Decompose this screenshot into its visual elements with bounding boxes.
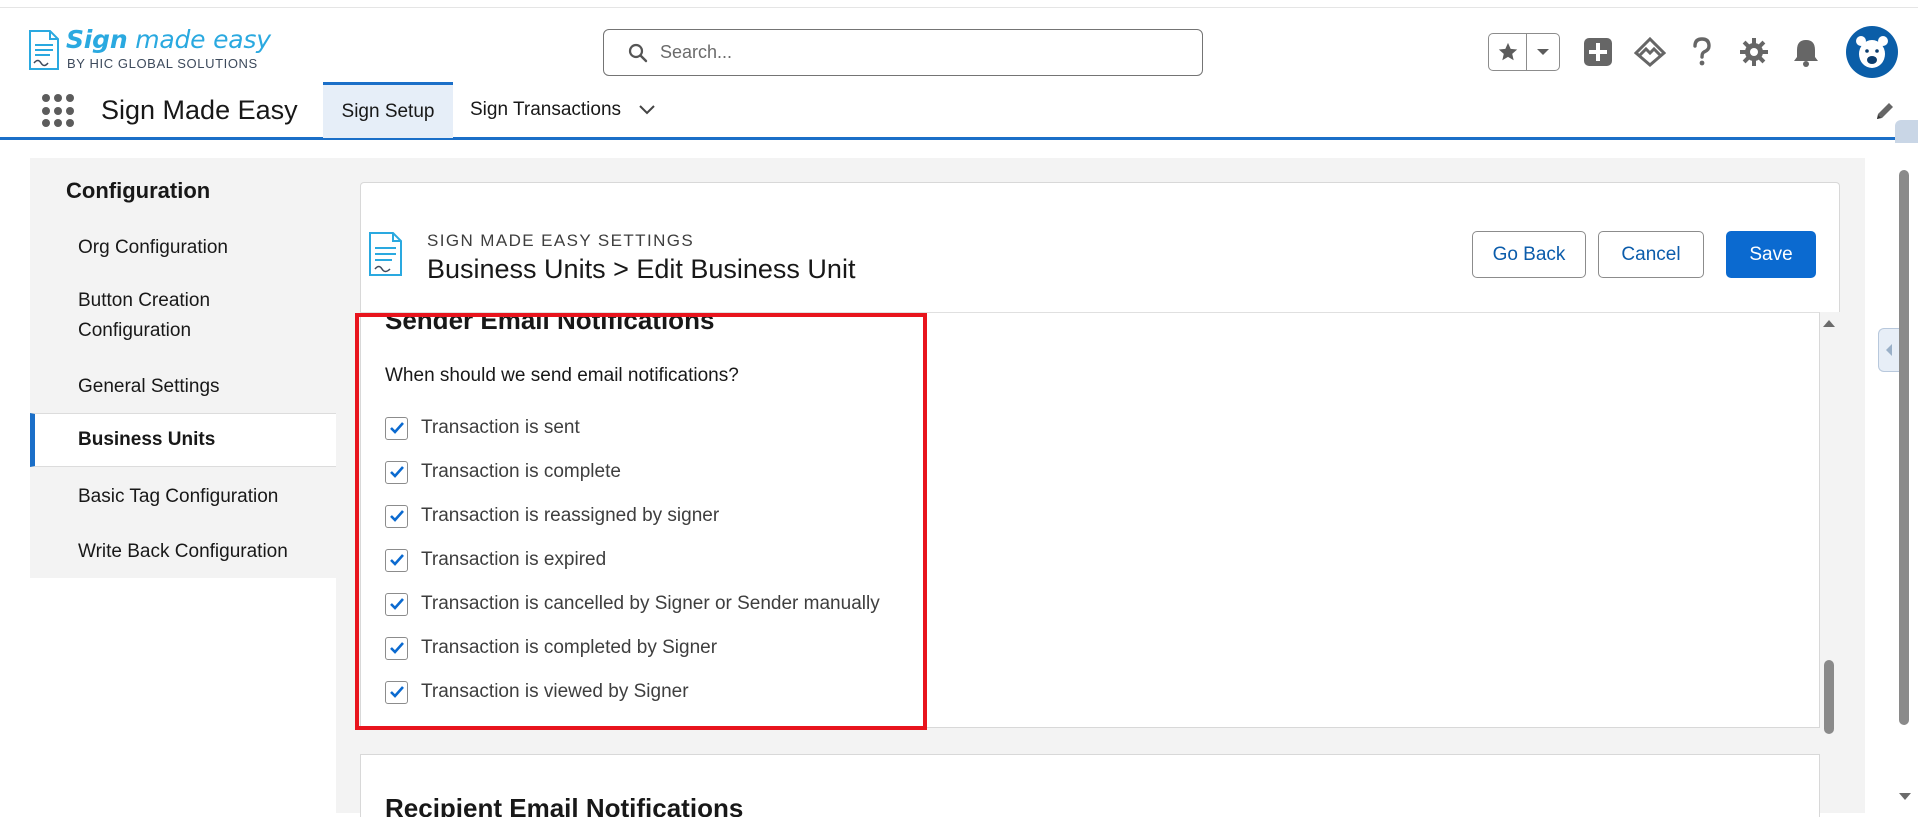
logo-title: Sign made easy — [66, 25, 271, 54]
page-title: Business Units > Edit Business Unit — [427, 254, 856, 284]
sidebar-item-business-units[interactable]: Business Units — [30, 413, 336, 467]
checkbox-checked[interactable] — [385, 548, 408, 572]
favorites-group — [1488, 33, 1560, 71]
checkbox-label: Transaction is sent — [421, 417, 580, 438]
tab-sign-transactions[interactable]: Sign Transactions — [470, 82, 655, 138]
cancel-button[interactable]: Cancel — [1598, 231, 1704, 278]
save-button[interactable]: Save — [1726, 231, 1816, 278]
recipient-email-notifications-section: Recipient Email Notifications — [360, 754, 1820, 817]
brand-logo[interactable]: Sign made easy BY HIC GLOBAL SOLUTIONS — [26, 25, 276, 73]
window-top-edge — [0, 0, 1918, 8]
sidebar-item-general-settings[interactable]: General Settings — [30, 372, 336, 402]
favorites-star-icon[interactable] — [1489, 34, 1527, 70]
logo-subtitle: BY HIC GLOBAL SOLUTIONS — [67, 56, 258, 71]
section-scroll-thumb[interactable] — [1824, 660, 1834, 734]
user-avatar[interactable] — [1846, 26, 1898, 78]
settings-document-icon — [369, 232, 402, 276]
sidebar-item-org-configuration[interactable]: Org Configuration — [30, 233, 336, 263]
notify-option-row[interactable]: Transaction is viewed by Signer — [385, 679, 689, 705]
trailhead-icon[interactable] — [1632, 34, 1668, 70]
checkbox-label: Transaction is completed by Signer — [421, 637, 718, 658]
notify-option-row[interactable]: Transaction is cancelled by Signer or Se… — [385, 591, 880, 617]
global-add-icon[interactable] — [1580, 34, 1616, 70]
notifications-bell-icon[interactable] — [1788, 34, 1824, 70]
header-actions — [1488, 26, 1898, 78]
page-scroll-thumb[interactable] — [1899, 170, 1909, 725]
checkbox-checked[interactable] — [385, 680, 408, 704]
checkbox-label: Transaction is viewed by Signer — [421, 681, 689, 702]
checkbox-checked[interactable] — [385, 460, 408, 484]
favorites-dropdown-icon[interactable] — [1527, 34, 1559, 70]
chevron-left-icon — [1886, 344, 1892, 356]
notify-option-row[interactable]: Transaction is reassigned by signer — [385, 503, 719, 529]
edit-nav-pencil-icon[interactable] — [1874, 100, 1896, 127]
checkbox-checked[interactable] — [385, 416, 408, 440]
tab-sign-setup[interactable]: Sign Setup — [323, 82, 453, 138]
checkbox-checked[interactable] — [385, 592, 408, 616]
global-search[interactable] — [603, 29, 1203, 76]
search-input[interactable] — [660, 42, 1160, 63]
checkbox-label: Transaction is complete — [421, 461, 621, 482]
checkbox-label: Transaction is cancelled by Signer or Se… — [421, 593, 880, 614]
scroll-down-arrow-icon[interactable] — [1898, 792, 1912, 802]
checkbox-label: Transaction is expired — [421, 549, 607, 570]
logo-document-icon — [29, 30, 59, 70]
sender-email-notifications-section: Sender Email Notifications When should w… — [360, 312, 1820, 728]
checkbox-checked[interactable] — [385, 504, 408, 528]
help-icon[interactable] — [1684, 34, 1720, 70]
notify-option-row[interactable]: Transaction is complete — [385, 459, 621, 485]
configuration-sidebar: Configuration Org Configuration Button C… — [30, 158, 336, 578]
search-icon — [628, 43, 648, 62]
app-launcher-icon[interactable] — [42, 94, 76, 128]
checkbox-checked[interactable] — [385, 636, 408, 660]
sidebar-title: Configuration — [66, 178, 211, 203]
checkbox-label: Transaction is reassigned by signer — [421, 505, 720, 526]
sidebar-item-write-back-configuration[interactable]: Write Back Configuration — [30, 537, 336, 567]
app-name: Sign Made Easy — [101, 95, 298, 125]
sidebar-item-basic-tag-configuration[interactable]: Basic Tag Configuration — [30, 482, 336, 512]
app-navigation-bar: Sign Made Easy Sign Setup Sign Transacti… — [0, 82, 1918, 140]
tab-label: Sign Transactions — [470, 99, 622, 120]
section-title: Recipient Email Notifications — [385, 793, 744, 817]
section-title: Sender Email Notifications — [385, 312, 715, 335]
settings-eyebrow: SIGN MADE EASY SETTINGS — [427, 231, 695, 250]
go-back-button[interactable]: Go Back — [1472, 231, 1586, 278]
sidebar-item-button-creation-configuration[interactable]: Button Creation Configuration — [30, 286, 250, 346]
notify-option-row[interactable]: Transaction is completed by Signer — [385, 635, 717, 661]
section-question: When should we send email notifications? — [385, 365, 739, 386]
chevron-down-icon[interactable] — [639, 105, 655, 115]
settings-card-header: SIGN MADE EASY SETTINGS Business Units >… — [360, 182, 1840, 312]
notify-option-row[interactable]: Transaction is expired — [385, 547, 606, 573]
scroll-up-arrow-icon[interactable] — [1822, 318, 1836, 328]
setup-gear-icon[interactable] — [1736, 34, 1772, 70]
tab-label: Sign Setup — [341, 100, 435, 122]
notify-option-row[interactable]: Transaction is sent — [385, 415, 580, 441]
page-scrollbar[interactable] — [1895, 160, 1915, 815]
global-header: Sign made easy BY HIC GLOBAL SOLUTIONS — [0, 8, 1918, 84]
section-scrollbar[interactable] — [1820, 315, 1840, 734]
